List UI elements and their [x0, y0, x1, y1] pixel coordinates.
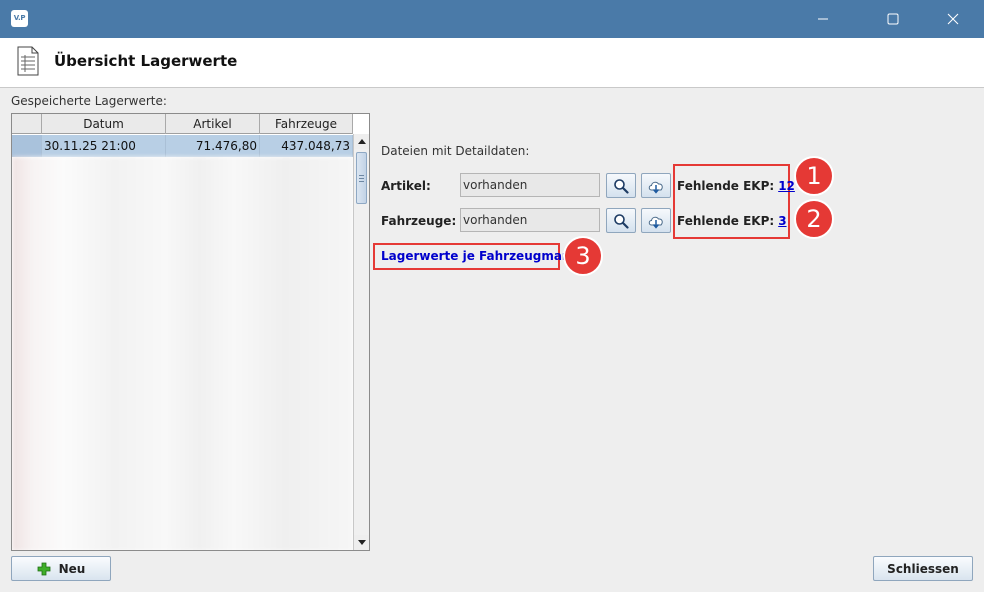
column-header-artikel[interactable]: Artikel	[166, 114, 260, 134]
fahrzeuge-download-button[interactable]	[641, 208, 671, 233]
scroll-up-button[interactable]	[354, 134, 369, 149]
grip-line	[359, 178, 364, 179]
vertical-scrollbar[interactable]	[353, 134, 369, 550]
neu-button[interactable]: Neu	[11, 556, 111, 581]
maximize-button[interactable]	[870, 0, 916, 38]
minimize-button[interactable]	[800, 0, 846, 38]
annotation-badge-3: 3	[563, 236, 603, 276]
close-icon	[947, 13, 959, 25]
grip-line	[359, 175, 364, 176]
table-row[interactable]: 30.11.25 21:00 71.476,80 437.048,73	[12, 135, 353, 157]
app-logo: V.P	[11, 10, 28, 27]
saved-values-table[interactable]: Datum Artikel Fahrzeuge 30.11.25 21:00 7…	[11, 113, 370, 551]
row-header-cell[interactable]	[12, 135, 42, 157]
annotation-badge-2: 2	[794, 199, 834, 239]
artikel-label: Artikel:	[381, 179, 431, 193]
schliessen-label: Schliessen	[887, 561, 959, 576]
row-header-corner	[12, 114, 42, 134]
arrow-up-icon	[357, 139, 366, 144]
minimize-icon	[818, 18, 828, 20]
title-bar: V.P	[0, 0, 984, 38]
blurred-rows	[12, 157, 353, 550]
fahrzeuge-missing-ekp: Fehlende EKP: 3	[677, 214, 787, 228]
table-header: Datum Artikel Fahrzeuge	[12, 114, 353, 134]
annotation-badge-1: 1	[794, 156, 834, 196]
scroll-down-button[interactable]	[354, 535, 369, 550]
schliessen-button[interactable]: Schliessen	[873, 556, 973, 581]
cell-fahrzeuge[interactable]: 437.048,73	[260, 135, 353, 157]
missing-ekp-label: Fehlende EKP:	[677, 179, 775, 193]
saved-values-label: Gespeicherte Lagerwerte:	[11, 94, 167, 108]
document-list-icon	[17, 46, 39, 76]
artikel-missing-ekp: Fehlende EKP: 12	[677, 179, 795, 193]
dialog-header: Übersicht Lagerwerte	[0, 38, 984, 88]
close-button[interactable]	[930, 0, 976, 38]
search-icon	[614, 213, 629, 229]
fahrzeuge-status-field[interactable]: vorhanden	[460, 208, 600, 232]
cloud-download-icon	[648, 181, 663, 194]
cell-artikel[interactable]: 71.476,80	[166, 135, 260, 157]
fahrzeuge-search-button[interactable]	[606, 208, 636, 233]
cell-datum[interactable]: 30.11.25 21:00	[42, 135, 166, 157]
plus-icon	[37, 562, 51, 575]
missing-ekp-label: Fehlende EKP:	[677, 214, 775, 228]
arrow-down-icon	[357, 540, 366, 545]
detail-files-heading: Dateien mit Detaildaten:	[381, 144, 530, 158]
fahrzeuge-missing-ekp-link[interactable]: 3	[778, 214, 786, 228]
grip-line	[359, 181, 364, 182]
cloud-download-icon	[648, 216, 663, 229]
search-icon	[614, 178, 629, 194]
page-title: Übersicht Lagerwerte	[54, 52, 238, 70]
fahrzeuge-label: Fahrzeuge:	[381, 214, 457, 228]
lagerwerte-je-marke-link[interactable]: Lagerwerte je Fahrzeugmarke	[373, 243, 584, 270]
column-header-fahrzeuge[interactable]: Fahrzeuge	[260, 114, 353, 134]
artikel-missing-ekp-link[interactable]: 12	[778, 179, 795, 193]
artikel-status-field[interactable]: vorhanden	[460, 173, 600, 197]
artikel-download-button[interactable]	[641, 173, 671, 198]
artikel-search-button[interactable]	[606, 173, 636, 198]
maximize-icon	[887, 13, 899, 25]
neu-label: Neu	[58, 561, 86, 576]
column-header-datum[interactable]: Datum	[42, 114, 166, 134]
scroll-thumb[interactable]	[356, 152, 367, 204]
